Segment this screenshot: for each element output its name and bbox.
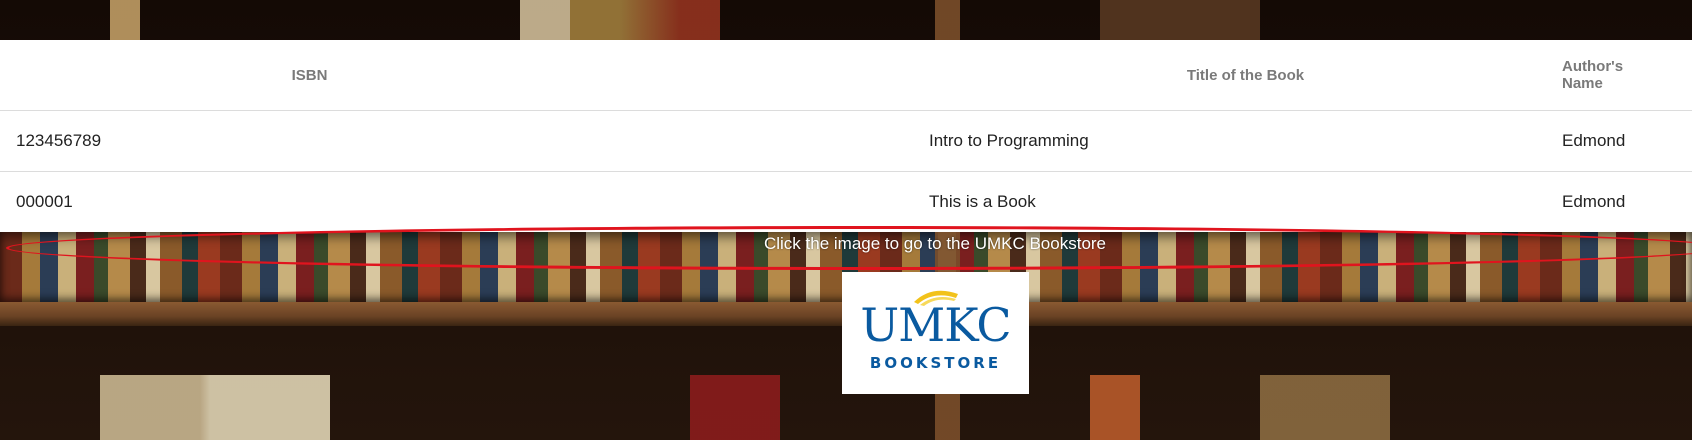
header-author: Author's Name: [1562, 40, 1692, 111]
header-title: Title of the Book: [929, 40, 1562, 111]
cell-title: Intro to Programming: [929, 110, 1562, 172]
bookstore-caption: Click the image to go to the UMKC Bookst…: [763, 234, 1107, 253]
cell-author: Edmond: [1562, 192, 1626, 211]
table-row: 123456789 Intro to Programming Edmond: [0, 110, 1692, 172]
books-table-card: ISBN Title of the Book Author's Name 123…: [0, 40, 1692, 232]
table-row: 000001 This is a Book Edmond: [0, 172, 1692, 233]
cell-isbn: 000001: [16, 192, 73, 211]
books-table: ISBN Title of the Book Author's Name 123…: [0, 40, 1692, 232]
table-header-row: ISBN Title of the Book Author's Name: [0, 40, 1692, 111]
umkc-bookstore-logo-link[interactable]: UMKC BOOKSTORE: [842, 272, 1029, 394]
logo-wordmark: UMKC: [860, 298, 1011, 352]
header-isbn: ISBN: [0, 40, 929, 111]
page: ISBN Title of the Book Author's Name 123…: [0, 0, 1692, 440]
logo-subtitle: BOOKSTORE: [869, 354, 1002, 372]
cell-isbn: 123456789: [0, 110, 929, 172]
cell-author: Edmond: [1562, 110, 1692, 172]
cell-title: This is a Book: [929, 192, 1036, 211]
